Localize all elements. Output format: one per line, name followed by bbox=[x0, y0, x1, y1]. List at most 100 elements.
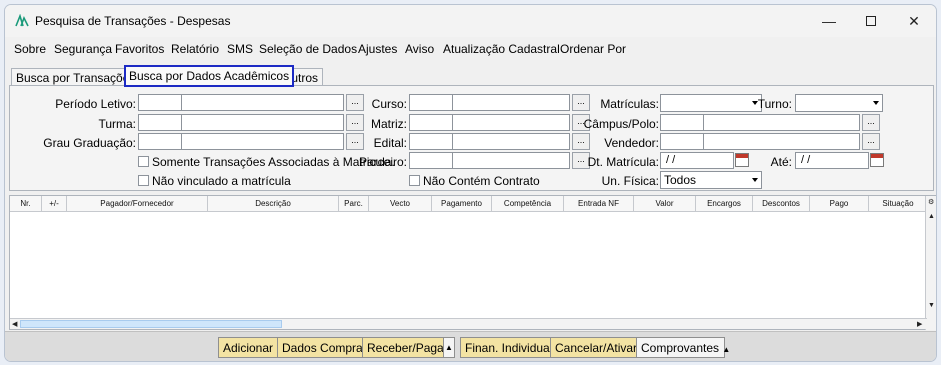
calendar-icon[interactable] bbox=[735, 153, 749, 167]
vendedor-code-field[interactable] bbox=[660, 133, 704, 150]
edital-desc-field[interactable] bbox=[452, 133, 570, 150]
matriz-desc-field[interactable] bbox=[452, 114, 570, 131]
nao-vinculado-checkbox[interactable] bbox=[138, 175, 149, 186]
col-encargos[interactable]: Encargos bbox=[696, 196, 753, 211]
menu-seguranca[interactable]: Segurança bbox=[54, 42, 112, 56]
curso-label: Curso: bbox=[371, 97, 407, 111]
caret-up-icon: ▲ bbox=[445, 343, 453, 352]
campus-desc-field[interactable] bbox=[703, 114, 860, 131]
search-panel: Período Letivo: ... Turma: ... Grau Grad… bbox=[9, 85, 934, 191]
turma-lookup-button[interactable]: ... bbox=[346, 114, 364, 131]
edital-lookup-button[interactable]: ... bbox=[572, 133, 590, 150]
app-logo-icon bbox=[15, 14, 29, 27]
col-competencia[interactable]: Competência bbox=[492, 196, 564, 211]
finan-individual-button[interactable]: Finan. Individual bbox=[460, 337, 558, 358]
footer-toolbar: Adicionar Dados Compra Receber/Pagar ▲ F… bbox=[5, 331, 936, 361]
tab-busca-dados-academicos[interactable]: Busca por Dados Acadêmicos bbox=[124, 65, 295, 87]
scroll-down-icon[interactable]: ▼ bbox=[928, 302, 935, 309]
col-parc[interactable]: Parc. bbox=[339, 196, 369, 211]
vendedor-desc-field[interactable] bbox=[703, 133, 860, 150]
parceiro-code-field[interactable] bbox=[409, 152, 453, 169]
menu-ajustes[interactable]: Ajustes bbox=[358, 42, 397, 56]
receber-pagar-button[interactable]: Receber/Pagar bbox=[362, 337, 453, 358]
turma-label: Turma: bbox=[98, 117, 136, 131]
vendedor-lookup-button[interactable]: ... bbox=[862, 133, 880, 150]
periodo-desc-field[interactable] bbox=[181, 94, 344, 111]
curso-code-field[interactable] bbox=[409, 94, 453, 111]
dados-compra-button[interactable]: Dados Compra bbox=[277, 337, 368, 358]
un-fisica-select[interactable]: Todos bbox=[660, 171, 762, 189]
minimize-button[interactable]: — bbox=[806, 8, 852, 34]
col-situacao[interactable]: Situação bbox=[869, 196, 928, 211]
col-vecto[interactable]: Vecto bbox=[369, 196, 432, 211]
calendar-icon[interactable] bbox=[870, 153, 884, 167]
col-pagador[interactable]: Pagador/Fornecedor bbox=[67, 196, 208, 211]
edital-label: Edital: bbox=[373, 136, 407, 150]
menu-sms[interactable]: SMS bbox=[227, 42, 253, 56]
scroll-up-icon[interactable]: ▲ bbox=[928, 213, 935, 220]
grau-desc-field[interactable] bbox=[181, 133, 344, 150]
chevron-down-icon bbox=[752, 178, 758, 182]
menu-favoritos[interactable]: Favoritos bbox=[115, 42, 164, 56]
somente-transacoes-checkbox[interactable] bbox=[138, 156, 149, 167]
matriz-code-field[interactable] bbox=[409, 114, 453, 131]
turma-desc-field[interactable] bbox=[181, 114, 344, 131]
col-descricao[interactable]: Descrição bbox=[208, 196, 339, 211]
window-title: Pesquisa de Transações - Despesas bbox=[35, 14, 231, 28]
caret-up-icon: ▲ bbox=[722, 345, 731, 354]
periodo-lookup-button[interactable]: ... bbox=[346, 94, 364, 111]
dt-matricula-field[interactable]: / / bbox=[660, 152, 734, 169]
scroll-right-icon[interactable]: ▶ bbox=[917, 320, 922, 328]
title-bar: Pesquisa de Transações - Despesas — ✕ bbox=[5, 5, 936, 37]
campus-lookup-button[interactable]: ... bbox=[862, 114, 880, 131]
adicionar-button[interactable]: Adicionar bbox=[218, 337, 279, 358]
maximize-icon bbox=[866, 16, 876, 26]
menu-atualizacao-cadastral[interactable]: Atualização Cadastral bbox=[443, 42, 560, 56]
nao-contem-contrato-checkbox[interactable] bbox=[409, 175, 420, 186]
turma-code-field[interactable] bbox=[138, 114, 182, 131]
col-descontos[interactable]: Descontos bbox=[753, 196, 810, 211]
close-button[interactable]: ✕ bbox=[891, 8, 936, 34]
periodo-code-field[interactable] bbox=[138, 94, 182, 111]
col-nr[interactable]: Nr. bbox=[10, 196, 42, 211]
matriculas-select[interactable] bbox=[660, 94, 762, 112]
menu-aviso[interactable]: Aviso bbox=[405, 42, 434, 56]
nao-vinculado-label: Não vinculado a matrícula bbox=[152, 174, 291, 188]
ate-date-field[interactable]: / / bbox=[795, 152, 869, 169]
col-pagamento[interactable]: Pagamento bbox=[432, 196, 492, 211]
periodo-label: Período Letivo: bbox=[55, 97, 136, 111]
curso-lookup-button[interactable]: ... bbox=[572, 94, 590, 111]
horizontal-scrollbar[interactable]: ◀ ▶ bbox=[10, 318, 927, 329]
results-grid[interactable]: Nr. +/- Pagador/Fornecedor Descrição Par… bbox=[9, 195, 936, 330]
curso-desc-field[interactable] bbox=[452, 94, 570, 111]
parceiro-desc-field[interactable] bbox=[452, 152, 570, 169]
col-entrada-nf[interactable]: Entrada NF bbox=[564, 196, 634, 211]
receber-pagar-menu-button[interactable]: ▲ bbox=[443, 337, 455, 358]
minimize-icon: — bbox=[822, 13, 836, 29]
scroll-thumb[interactable] bbox=[20, 320, 282, 328]
grau-label: Grau Graduação: bbox=[43, 136, 136, 150]
scroll-left-icon[interactable]: ◀ bbox=[12, 320, 17, 328]
chevron-down-icon bbox=[873, 101, 879, 105]
maximize-button[interactable] bbox=[848, 8, 894, 34]
tab-busca-transacoes[interactable]: Busca por Transações bbox=[11, 68, 141, 86]
menu-relatorio[interactable]: Relatório bbox=[171, 42, 219, 56]
grau-lookup-button[interactable]: ... bbox=[346, 133, 364, 150]
dt-matricula-label: Dt. Matrícula: bbox=[587, 155, 659, 169]
menu-selecao-dados[interactable]: Seleção de Dados bbox=[259, 42, 357, 56]
menu-sobre[interactable]: Sobre bbox=[14, 42, 46, 56]
cancelar-ativar-button[interactable]: Cancelar/Ativar bbox=[550, 337, 643, 358]
edital-code-field[interactable] bbox=[409, 133, 453, 150]
vertical-scrollbar[interactable]: ⚙ ▲ ▼ bbox=[925, 196, 936, 330]
comprovantes-button[interactable]: Comprovantes ▲ bbox=[636, 337, 730, 358]
col-plus-minus[interactable]: +/- bbox=[42, 196, 67, 211]
gear-icon[interactable]: ⚙ bbox=[928, 198, 934, 206]
grau-code-field[interactable] bbox=[138, 133, 182, 150]
un-fisica-value: Todos bbox=[664, 173, 697, 187]
turno-select[interactable] bbox=[795, 94, 883, 112]
menu-ordenar-por[interactable]: Ordenar Por bbox=[560, 42, 626, 56]
turno-label: Turno: bbox=[757, 97, 792, 111]
col-valor[interactable]: Valor bbox=[634, 196, 696, 211]
campus-code-field[interactable] bbox=[660, 114, 704, 131]
col-pago[interactable]: Pago bbox=[810, 196, 869, 211]
